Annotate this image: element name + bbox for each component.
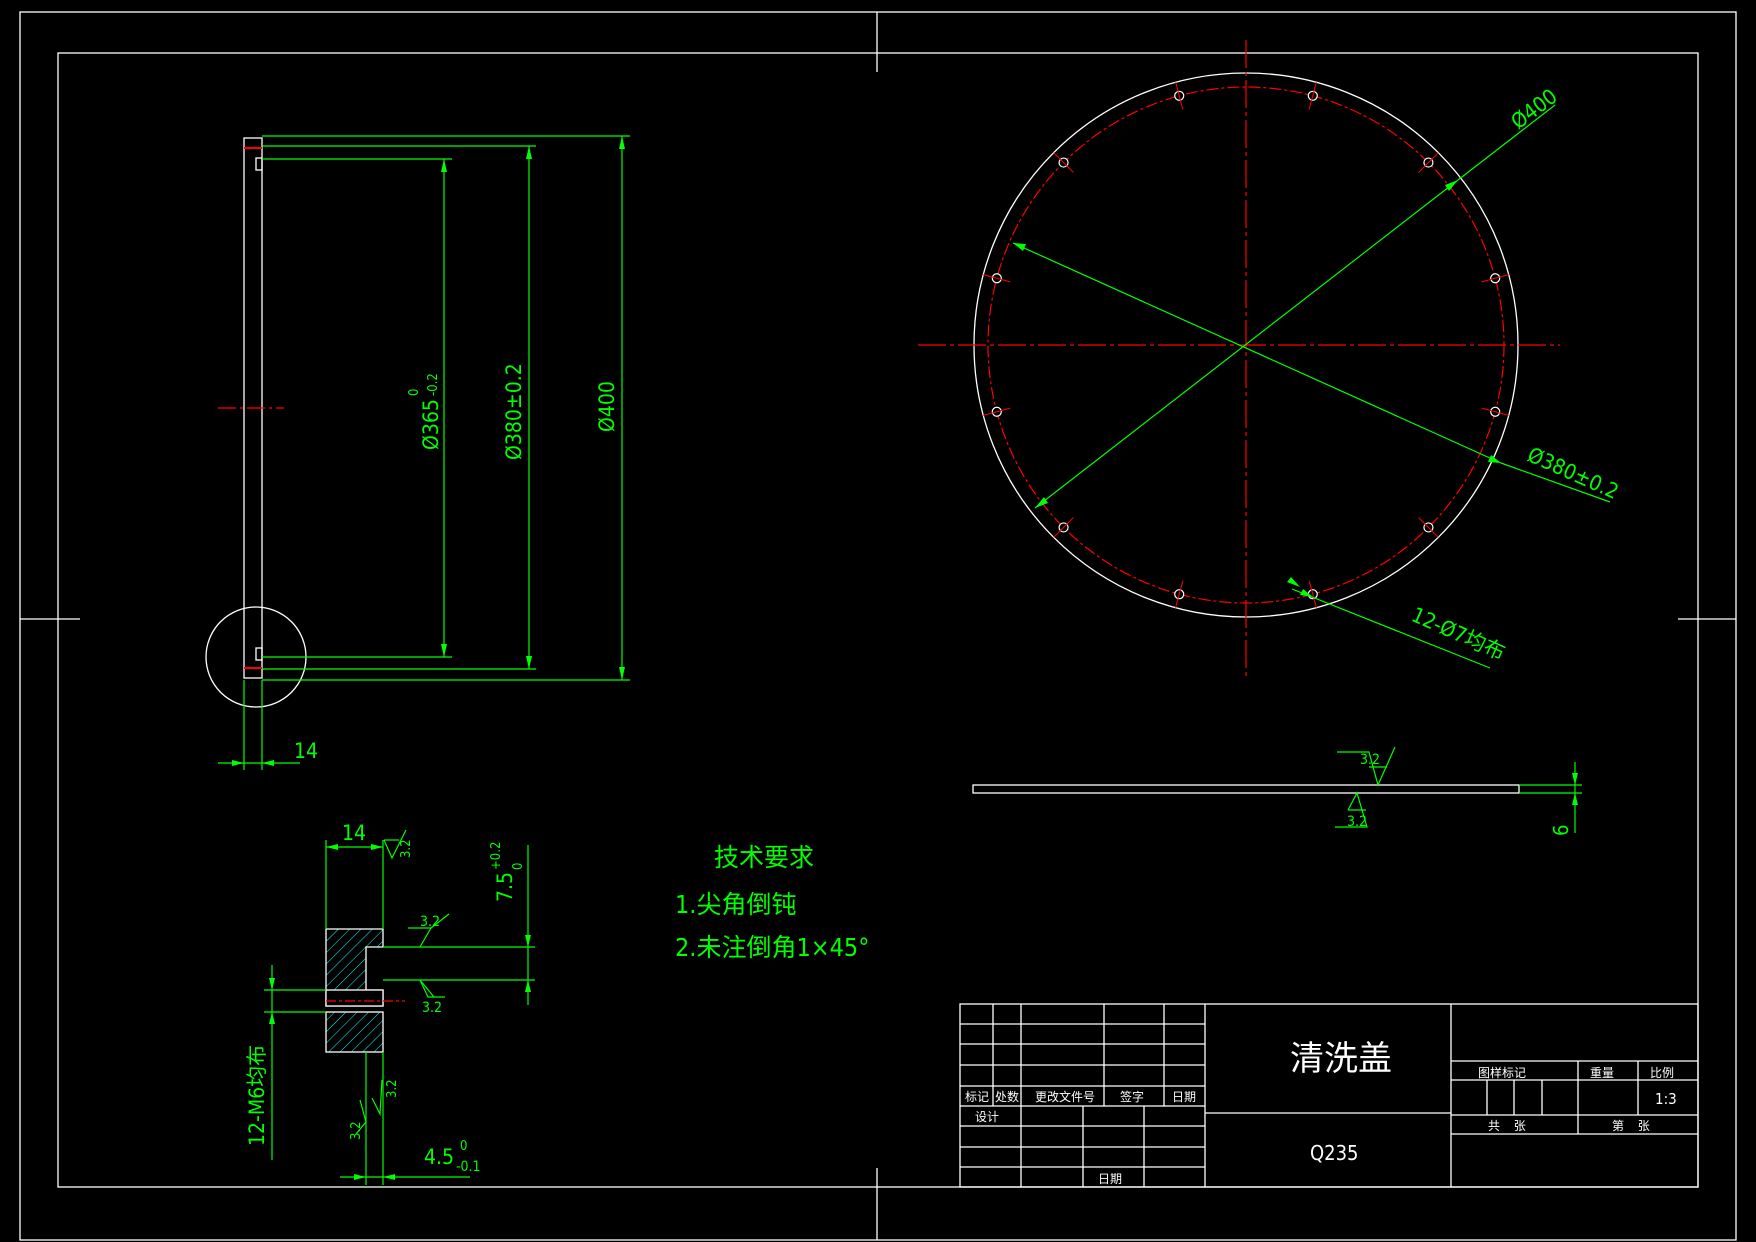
drawing-mark-label: 图样标记 bbox=[1478, 1065, 1526, 1080]
detail-depth-tol-lower: 0 bbox=[511, 863, 526, 870]
cad-drawing-sheet: 14 Ø365 0 -0.2 Ø380±0.2 Ø400 Ø400 Ø380±0… bbox=[0, 0, 1756, 1242]
detail-roughness-right2: 3.2 bbox=[422, 1000, 442, 1016]
col-change-doc: 更改文件号 bbox=[1035, 1089, 1095, 1104]
side-inner-tol-lower: -0.2 bbox=[426, 373, 441, 396]
detail-roughness-top: 3.2 bbox=[399, 839, 414, 858]
tech-item-2: 2.未注倒角1×45° bbox=[675, 933, 869, 962]
detail-roughness-right1: 3.2 bbox=[420, 914, 440, 930]
design-label: 设计 bbox=[975, 1110, 999, 1124]
col-signature: 签字 bbox=[1120, 1089, 1144, 1104]
date-label: 日期 bbox=[1098, 1172, 1122, 1186]
edge-roughness-top: 3.2 bbox=[1360, 752, 1380, 768]
scale-value: 1:3 bbox=[1655, 1090, 1677, 1108]
weight-label: 重量 bbox=[1590, 1066, 1614, 1080]
detail-width-dim: 14 bbox=[342, 821, 366, 845]
sheet-no: 第 张 bbox=[1612, 1119, 1650, 1133]
col-date: 日期 bbox=[1172, 1090, 1196, 1104]
detail-depth-dim: 7.5 bbox=[493, 872, 517, 902]
detail-roughness-bottom1: 3.2 bbox=[385, 1079, 400, 1098]
scale-label: 比例 bbox=[1650, 1066, 1674, 1080]
detail-step-dim: 4.5 bbox=[424, 1145, 454, 1169]
edge-roughness-bottom: 3.2 bbox=[1347, 814, 1367, 830]
tech-title: 技术要求 bbox=[714, 843, 814, 872]
material: Q235 bbox=[1310, 1141, 1359, 1165]
detail-step-tol-upper: 0 bbox=[460, 1139, 467, 1154]
side-boltcircle-dim: Ø380±0.2 bbox=[502, 363, 526, 460]
tech-item-1: 1.尖角倒钝 bbox=[675, 890, 796, 919]
side-outer-dim: Ø400 bbox=[595, 381, 619, 432]
side-inner-tol-upper: 0 bbox=[407, 389, 422, 396]
total-sheets: 共 张 bbox=[1488, 1119, 1526, 1133]
side-inner-dim: Ø365 bbox=[419, 399, 443, 450]
col-mark: 标记 bbox=[965, 1090, 989, 1104]
edge-thickness-dim: 6 bbox=[1549, 825, 1573, 836]
detail-thread-note: 12-M6均布 bbox=[245, 1045, 269, 1146]
detail-depth-tol-upper: +0.2 bbox=[489, 842, 504, 870]
col-count: 处数 bbox=[995, 1089, 1019, 1104]
part-name: 清洗盖 bbox=[1290, 1039, 1392, 1079]
detail-roughness-bottom2: 3.2 bbox=[349, 1121, 364, 1140]
detail-step-tol-lower: -0.1 bbox=[456, 1159, 481, 1175]
side-thickness-dim: 14 bbox=[294, 739, 318, 763]
